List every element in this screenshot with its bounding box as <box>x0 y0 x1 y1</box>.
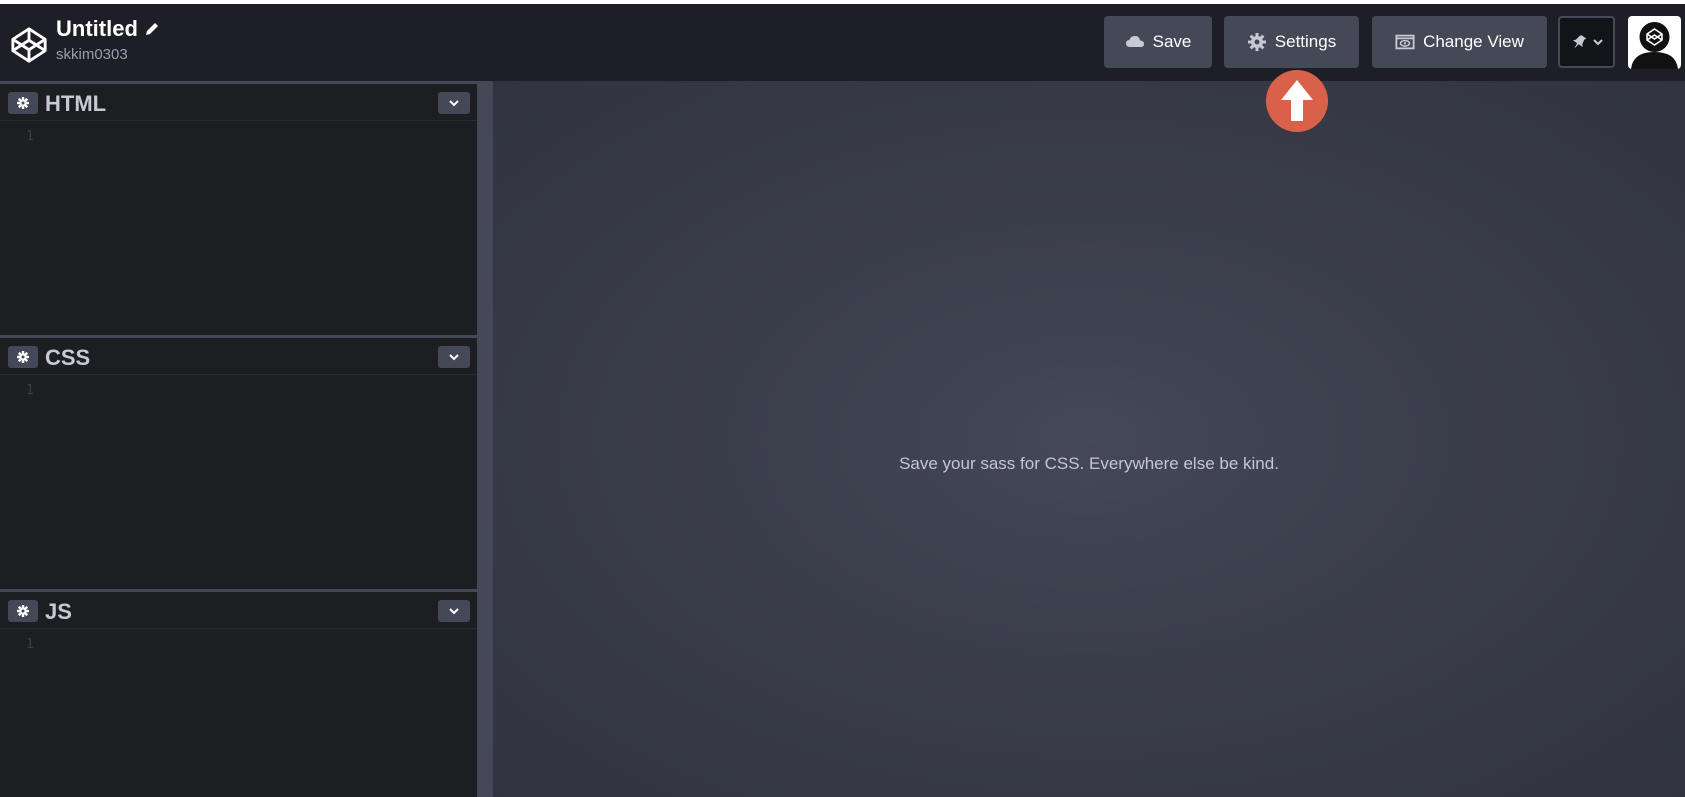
avatar[interactable] <box>1628 16 1681 69</box>
settings-label: Settings <box>1274 32 1337 51</box>
save-label: Save <box>1152 32 1192 51</box>
html-collapse-button[interactable] <box>438 92 470 114</box>
css-editor-header: CSS <box>0 335 477 375</box>
pin-menu-button[interactable] <box>1558 16 1615 68</box>
js-editor-panel: JS 1 <box>0 589 477 797</box>
html-editor-header: HTML <box>0 81 477 121</box>
pen-title-block: Untitled skkim0303 <box>56 16 160 63</box>
gear-icon <box>17 97 29 109</box>
preview-pane[interactable]: Save your sass for CSS. Everywhere else … <box>493 81 1685 797</box>
gear-icon <box>1247 33 1266 51</box>
gear-icon <box>17 351 29 363</box>
eye-icon <box>1395 34 1415 50</box>
html-code-area[interactable]: 1 <box>0 121 477 335</box>
column-resizer[interactable] <box>477 81 493 797</box>
line-number: 1 <box>26 637 34 652</box>
change-view-label: Change View <box>1423 32 1524 51</box>
html-editor-title: HTML <box>45 91 107 116</box>
pen-title[interactable]: Untitled <box>56 16 138 42</box>
chevron-down-icon <box>449 100 459 107</box>
cloud-icon <box>1125 36 1144 47</box>
top-header: Untitled skkim0303 Save Settings Change … <box>0 4 1685 81</box>
codepen-logo-icon[interactable] <box>10 26 48 64</box>
js-code-area[interactable]: 1 <box>0 629 477 797</box>
css-editor-panel: CSS 1 <box>0 335 477 589</box>
js-editor-header: JS <box>0 589 477 629</box>
pin-icon <box>1572 35 1586 49</box>
css-settings-button[interactable] <box>8 346 38 368</box>
gear-icon <box>17 605 29 617</box>
css-code-area[interactable]: 1 <box>0 375 477 589</box>
html-settings-button[interactable] <box>8 92 38 114</box>
settings-button[interactable]: Settings <box>1224 16 1359 68</box>
chevron-down-icon <box>449 354 459 361</box>
chevron-down-icon <box>1592 39 1603 46</box>
preview-message: Save your sass for CSS. Everywhere else … <box>899 454 1279 473</box>
js-editor-title: JS <box>45 599 72 624</box>
pencil-icon[interactable] <box>144 21 160 37</box>
editors-column: HTML 1 CSS 1 JS 1 <box>0 81 477 797</box>
line-number: 1 <box>26 129 34 144</box>
css-editor-title: CSS <box>45 345 91 370</box>
html-editor-panel: HTML 1 <box>0 81 477 335</box>
avatar-icon <box>1631 22 1678 69</box>
username[interactable]: skkim0303 <box>56 46 160 63</box>
js-settings-button[interactable] <box>8 600 38 622</box>
up-arrow-annotation-icon <box>1266 70 1328 132</box>
js-collapse-button[interactable] <box>438 600 470 622</box>
save-button[interactable]: Save <box>1104 16 1212 68</box>
chevron-down-icon <box>449 608 459 615</box>
line-number: 1 <box>26 383 34 398</box>
change-view-button[interactable]: Change View <box>1372 16 1547 68</box>
css-collapse-button[interactable] <box>438 346 470 368</box>
